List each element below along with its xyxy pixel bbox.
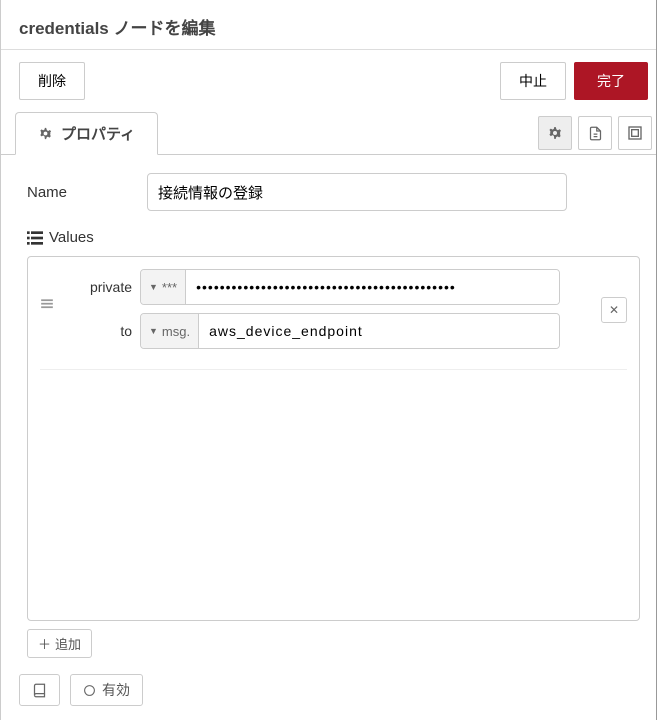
field-label-to: to (66, 323, 132, 339)
type-selector-to[interactable]: ▼ msg. (141, 314, 199, 348)
properties-view-button[interactable] (538, 116, 572, 150)
chevron-down-icon: ▼ (149, 326, 158, 336)
circle-icon (83, 684, 96, 697)
delete-item-button[interactable]: ✕ (601, 297, 627, 323)
book-icon (32, 683, 47, 698)
panel-title: credentials ノードを編集 (19, 14, 648, 39)
to-value-input[interactable] (199, 314, 559, 348)
file-icon (588, 126, 603, 141)
type-selector-private[interactable]: ▼ *** (141, 270, 186, 304)
description-view-button[interactable] (578, 116, 612, 150)
type-label: *** (162, 280, 177, 295)
name-input[interactable] (147, 173, 567, 211)
list-icon (27, 231, 43, 245)
name-label: Name (27, 184, 147, 201)
add-button[interactable]: ＋ 追加 (27, 629, 92, 658)
tab-label: プロパティ (61, 123, 135, 144)
enabled-label: 有効 (102, 680, 130, 700)
resize-edge[interactable] (656, 0, 666, 720)
delete-button[interactable]: 削除 (19, 62, 85, 100)
type-label: msg. (162, 324, 190, 339)
close-icon: ✕ (609, 303, 619, 317)
values-list: private ▼ *** to ▼ (27, 256, 640, 621)
private-value-input[interactable] (186, 270, 559, 304)
values-label: Values (49, 229, 94, 246)
add-label: 追加 (55, 634, 81, 653)
list-item: private ▼ *** to ▼ (40, 269, 627, 370)
drag-handle-icon[interactable] (40, 269, 58, 311)
chevron-down-icon: ▼ (149, 282, 158, 292)
box-icon (627, 125, 643, 141)
field-label-private: private (66, 279, 132, 295)
gear-icon (547, 125, 563, 141)
tab-properties[interactable]: プロパティ (15, 112, 158, 155)
enabled-toggle[interactable]: 有効 (70, 674, 143, 706)
cancel-button[interactable]: 中止 (500, 62, 566, 100)
gear-icon (38, 126, 53, 141)
appearance-view-button[interactable] (618, 116, 652, 150)
done-button[interactable]: 完了 (574, 62, 648, 100)
docs-button[interactable] (19, 674, 60, 706)
plus-icon: ＋ (38, 634, 51, 653)
